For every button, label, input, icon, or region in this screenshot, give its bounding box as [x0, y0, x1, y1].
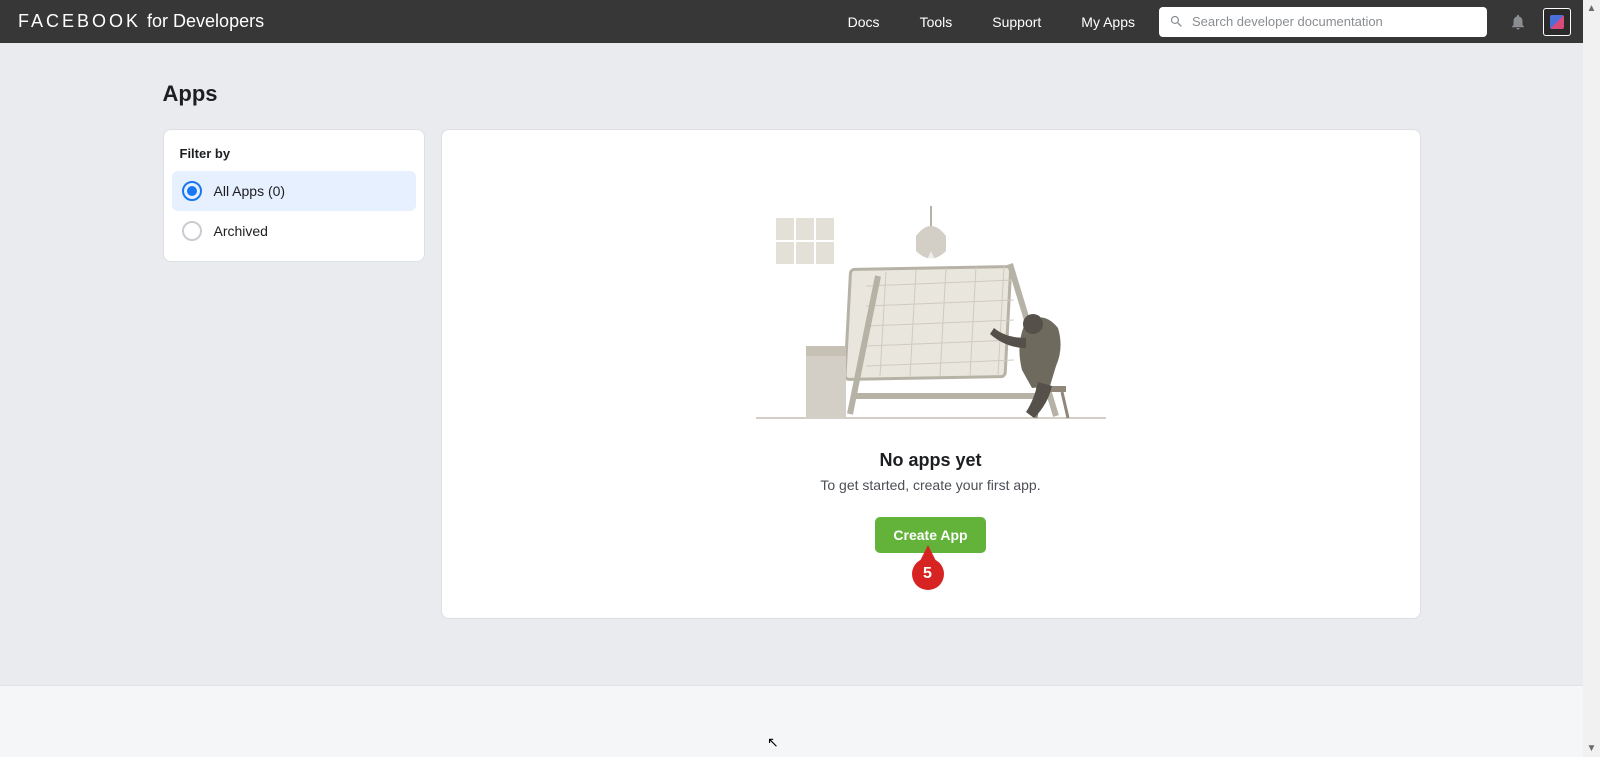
radio-icon: [182, 221, 202, 241]
empty-subtitle: To get started, create your first app.: [820, 477, 1040, 493]
profile-avatar[interactable]: [1543, 8, 1571, 36]
nav-support[interactable]: Support: [992, 14, 1041, 30]
annotation-number: 5: [923, 565, 932, 583]
filter-archived-label: Archived: [214, 223, 268, 239]
nav-links: Docs Tools Support My Apps: [848, 14, 1135, 30]
notifications-button[interactable]: [1507, 13, 1529, 31]
scroll-down-icon[interactable]: ▼: [1587, 740, 1597, 757]
brand-suffix: for Developers: [147, 11, 264, 32]
search-icon: [1169, 14, 1184, 29]
nav-tools[interactable]: Tools: [920, 14, 953, 30]
step-annotation: 5: [912, 558, 944, 590]
brand-main: FACEBOOK: [18, 11, 141, 32]
filter-title: Filter by: [172, 146, 416, 171]
create-app-button[interactable]: Create App: [875, 517, 985, 553]
page-title: Apps: [163, 43, 1421, 129]
top-nav: FACEBOOK for Developers Docs Tools Suppo…: [0, 0, 1583, 43]
bell-icon: [1509, 13, 1527, 31]
nav-myapps[interactable]: My Apps: [1081, 14, 1135, 30]
search-box[interactable]: [1159, 7, 1487, 37]
vertical-scrollbar[interactable]: ▲ ▼: [1583, 0, 1600, 757]
filter-card: Filter by All Apps (0) Archived: [163, 129, 425, 262]
brand-logo[interactable]: FACEBOOK for Developers: [18, 11, 264, 32]
empty-title: No apps yet: [879, 450, 981, 471]
empty-state-illustration: [756, 206, 1106, 426]
filter-archived[interactable]: Archived: [172, 211, 416, 251]
avatar-icon: [1550, 15, 1564, 29]
apps-panel: No apps yet To get started, create your …: [441, 129, 1421, 619]
filter-all-label: All Apps (0): [214, 183, 286, 199]
search-input[interactable]: [1192, 14, 1477, 29]
nav-docs[interactable]: Docs: [848, 14, 880, 30]
filter-all-apps[interactable]: All Apps (0): [172, 171, 416, 211]
radio-icon: [182, 181, 202, 201]
page-footer: [0, 685, 1583, 757]
scroll-up-icon[interactable]: ▲: [1587, 0, 1597, 17]
